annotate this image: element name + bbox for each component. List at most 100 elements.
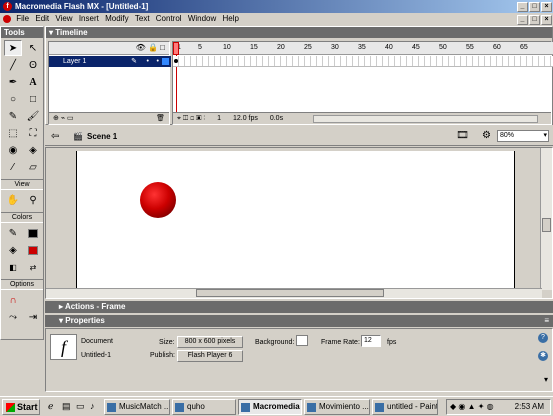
tools-header[interactable]: Tools: [1, 27, 43, 38]
delete-layer-icon[interactable]: 🗑: [156, 113, 165, 124]
task-paint[interactable]: untitled - Paint: [372, 399, 438, 415]
eye-icon[interactable]: 👁: [136, 43, 146, 52]
stage-area[interactable]: [45, 147, 553, 299]
menu-help[interactable]: Help: [223, 13, 239, 25]
stroke-color-icon[interactable]: ✎: [4, 225, 22, 241]
fill-transform-tool-icon[interactable]: ⛶: [24, 125, 42, 141]
document-icon[interactable]: [3, 15, 11, 23]
doc-minimize-button[interactable]: _: [517, 15, 528, 25]
onion-outline-icon[interactable]: ◻: [190, 115, 194, 122]
swap-colors-icon[interactable]: ⇄: [24, 259, 42, 275]
ink-bottle-tool-icon[interactable]: ◉: [4, 142, 22, 158]
actions-panel-header[interactable]: ▸ Actions - Frame: [45, 301, 553, 313]
oval-tool-icon[interactable]: ○: [4, 91, 22, 107]
insert-folder-icon[interactable]: ▭: [67, 115, 74, 122]
text-tool-icon[interactable]: A: [24, 74, 42, 90]
frame-ruler[interactable]: 1 5 10 15 20 25 30 35 40 45 50 55 60 65: [173, 42, 553, 55]
stage-vertical-scrollbar[interactable]: [540, 148, 552, 290]
menu-edit[interactable]: Edit: [35, 13, 49, 25]
rectangle-tool-icon[interactable]: □: [24, 91, 42, 107]
outline-color-box[interactable]: [162, 58, 169, 65]
properties-panel-header[interactable]: ▾ Properties ≡: [45, 315, 553, 327]
lock-icon[interactable]: 🔒: [148, 43, 158, 52]
menu-window[interactable]: Window: [188, 13, 216, 25]
magnet-icon[interactable]: ∩: [4, 292, 22, 308]
menu-modify[interactable]: Modify: [105, 13, 129, 25]
layer-row[interactable]: Layer 1 ✎ • •: [49, 56, 171, 67]
background-color-swatch[interactable]: [296, 335, 308, 346]
help-icon[interactable]: ?: [538, 333, 548, 343]
minimize-button[interactable]: _: [517, 2, 528, 12]
timeline-header[interactable]: ▾ Timeline: [46, 27, 552, 38]
zoom-select[interactable]: 80% ▾: [497, 130, 549, 142]
red-ball-shape[interactable]: [140, 182, 176, 218]
tray-icons[interactable]: ◆ ◉ ▲ ✦ ◍: [450, 400, 494, 414]
keyframe-marker[interactable]: [174, 59, 178, 63]
close-button[interactable]: ×: [541, 2, 552, 12]
task-musicmatch[interactable]: MusicMatch ...: [104, 399, 170, 415]
stroke-swatch[interactable]: [24, 225, 42, 241]
pen-tool-icon[interactable]: ✒: [4, 74, 22, 90]
frame-grid[interactable]: 1 5 10 15 20 25 30 35 40 45 50 55 60 65 …: [172, 41, 553, 125]
menu-text[interactable]: Text: [135, 13, 150, 25]
lock-dot[interactable]: •: [157, 56, 159, 67]
start-button[interactable]: Start: [2, 399, 40, 415]
expand-down-icon[interactable]: ▾: [544, 375, 548, 384]
pencil-tool-icon[interactable]: ✎: [4, 108, 22, 124]
eyedropper-tool-icon[interactable]: ⁄: [4, 159, 22, 175]
eraser-tool-icon[interactable]: ▱: [24, 159, 42, 175]
smooth-icon[interactable]: ⤳: [4, 309, 22, 325]
task-movimiento[interactable]: Movimiento ...: [304, 399, 370, 415]
panel-options-icon[interactable]: ≡: [544, 315, 549, 327]
menu-view[interactable]: View: [55, 13, 72, 25]
edit-scene-icon[interactable]: 🎞: [456, 130, 469, 141]
task-macromedia[interactable]: Macromedia ...: [238, 399, 302, 415]
paint-bucket-tool-icon[interactable]: ◈: [24, 142, 42, 158]
zoom-tool-icon[interactable]: ⚲: [24, 192, 42, 208]
menu-control[interactable]: Control: [156, 13, 182, 25]
maximize-button[interactable]: □: [529, 2, 540, 12]
insert-layer-icon[interactable]: ⊕: [53, 115, 59, 122]
accessibility-icon[interactable]: ✱: [538, 351, 548, 361]
arrow-tool-icon[interactable]: ➤: [4, 40, 22, 56]
layer-frame-row[interactable]: [173, 56, 553, 67]
fill-color-icon[interactable]: ◈: [4, 242, 22, 258]
center-frame-icon[interactable]: ⌖: [177, 115, 181, 122]
hand-tool-icon[interactable]: ✋: [4, 192, 22, 208]
lasso-tool-icon[interactable]: ʘ: [24, 57, 42, 73]
desktop-icon[interactable]: ▭: [76, 401, 85, 412]
stage-horizontal-scrollbar[interactable]: [46, 288, 542, 298]
onion-markers-icon[interactable]: ⦙: [203, 115, 205, 122]
ie-icon[interactable]: ℯ: [48, 401, 53, 412]
frame-rate-input[interactable]: 12: [361, 335, 381, 347]
fill-swatch[interactable]: [24, 242, 42, 258]
stage-canvas[interactable]: [76, 151, 515, 289]
publish-button[interactable]: Flash Player 6: [177, 350, 243, 362]
outline-icon[interactable]: □: [160, 43, 165, 52]
brush-tool-icon[interactable]: 🖌: [24, 108, 42, 124]
subselect-tool-icon[interactable]: ↖: [24, 40, 42, 56]
explorer-icon[interactable]: ▤: [62, 401, 71, 412]
onion-skin-icon[interactable]: ◫: [183, 115, 188, 122]
default-colors-icon[interactable]: ◧: [4, 259, 22, 275]
timeline-hscroll[interactable]: [313, 115, 538, 123]
vscroll-thumb[interactable]: [542, 218, 551, 232]
back-arrow-icon[interactable]: ⇦: [51, 131, 59, 142]
line-tool-icon[interactable]: ╱: [4, 57, 22, 73]
window-title-bar[interactable]: f Macromedia Flash MX - [Untitled-1]: [0, 0, 553, 13]
doc-close-button[interactable]: ×: [541, 15, 552, 25]
menu-file[interactable]: File: [16, 13, 29, 25]
media-icon[interactable]: ♪: [90, 401, 95, 411]
hscroll-thumb[interactable]: [196, 289, 384, 297]
chevron-down-icon[interactable]: ▾: [543, 131, 547, 141]
size-button[interactable]: 800 x 600 pixels: [177, 336, 243, 348]
playhead[interactable]: [173, 42, 179, 55]
visibility-dot[interactable]: •: [147, 56, 149, 67]
add-guide-icon[interactable]: ⌁: [61, 115, 65, 122]
doc-restore-button[interactable]: □: [529, 15, 540, 25]
menu-insert[interactable]: Insert: [79, 13, 99, 25]
straighten-icon[interactable]: ⇥: [24, 309, 42, 325]
task-quho[interactable]: quho: [172, 399, 236, 415]
edit-symbols-icon[interactable]: ⚙: [482, 130, 491, 141]
edit-multiple-icon[interactable]: ▣: [196, 115, 201, 122]
